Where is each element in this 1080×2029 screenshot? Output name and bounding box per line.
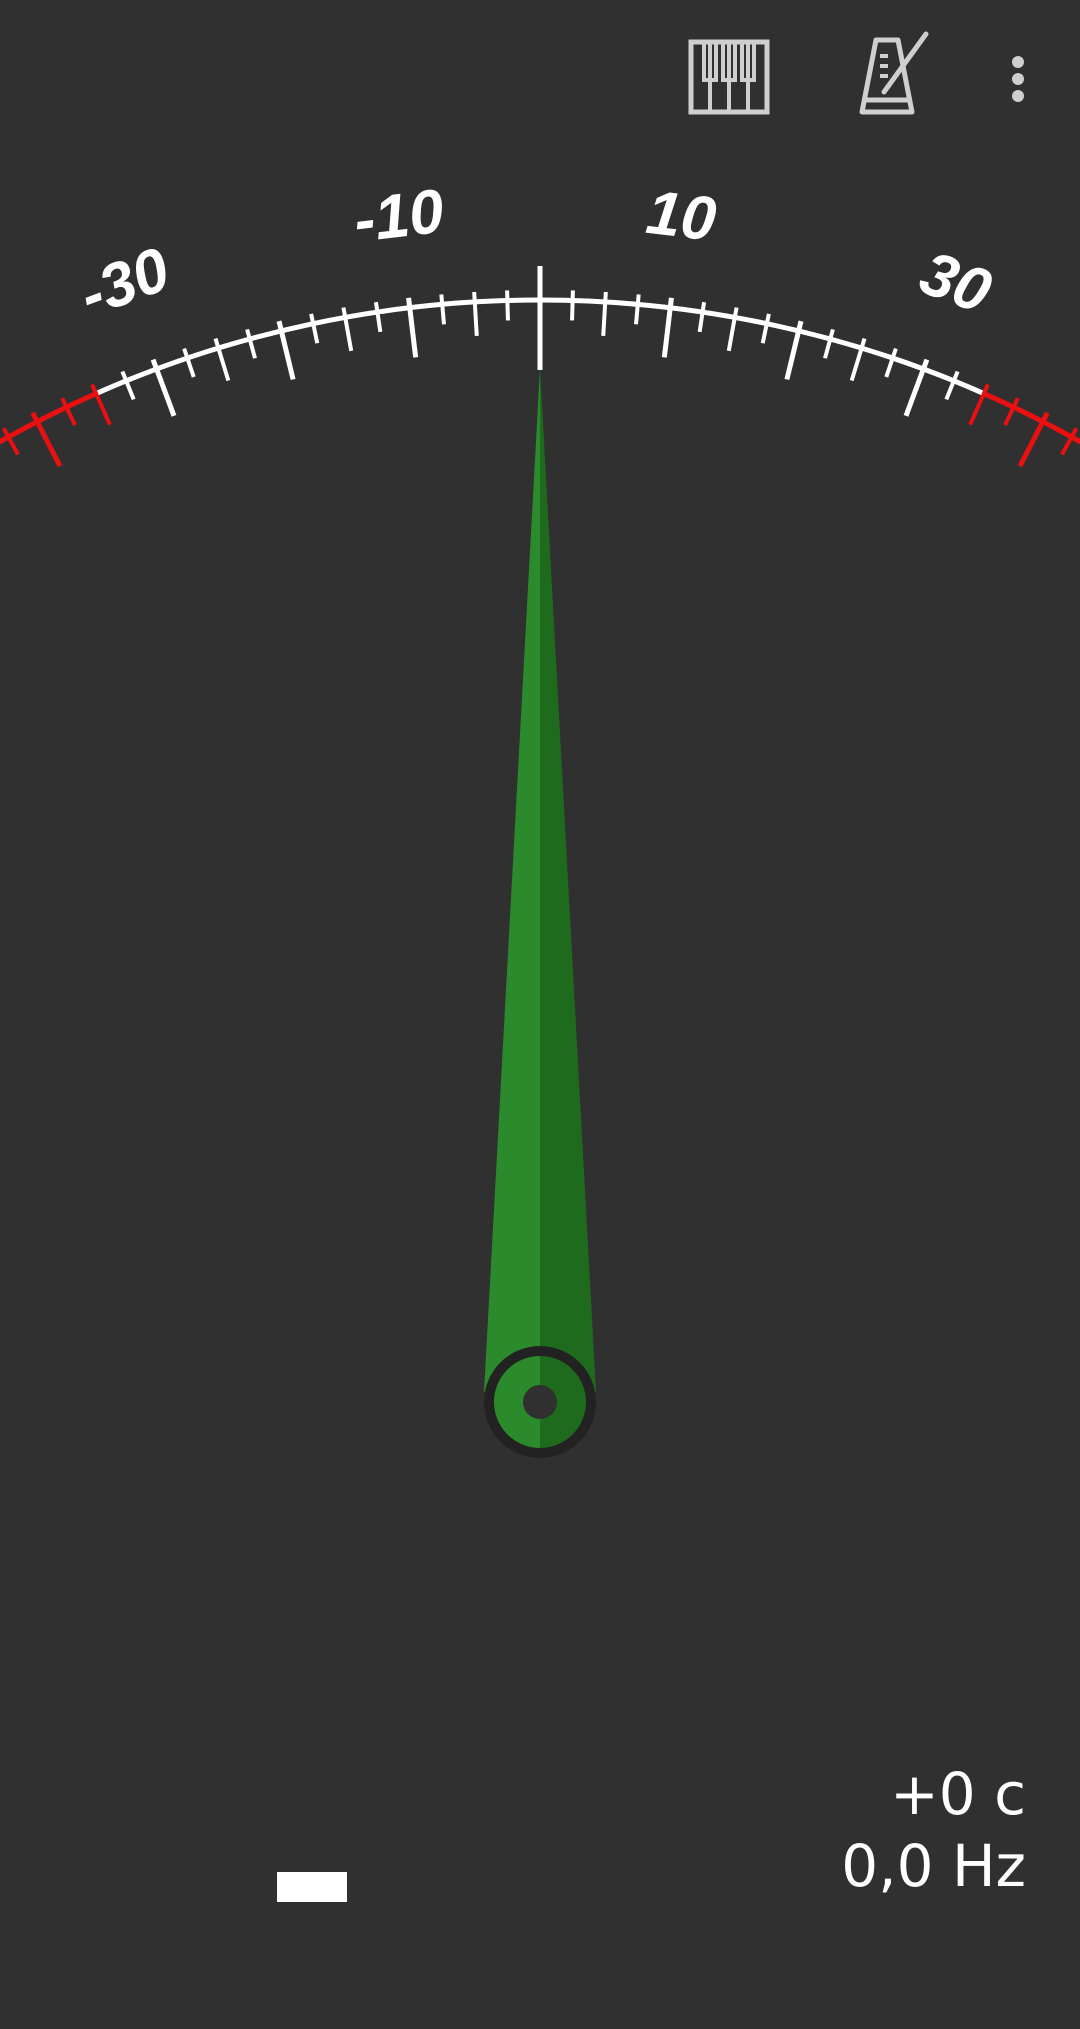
gauge-tick xyxy=(823,328,835,359)
gauge-tick xyxy=(245,328,257,359)
gauge-tick xyxy=(472,291,479,336)
gauge-tick xyxy=(570,290,575,321)
tuner-screen: -50-30-10103050 +0 c 0,0 Hz xyxy=(0,0,1080,2029)
tuning-needle xyxy=(484,368,596,1458)
gauge-tick xyxy=(182,347,196,378)
note-indicator xyxy=(277,1872,347,1902)
gauge-label: -30 xyxy=(70,235,178,331)
gauge-tick xyxy=(697,301,707,333)
gauge-tick xyxy=(505,290,510,321)
gauge-tick xyxy=(944,370,960,401)
frequency-readout: 0,0 Hz xyxy=(841,1832,1026,1900)
gauge-tick xyxy=(601,291,608,336)
gauge-tick xyxy=(1017,411,1050,468)
gauge-tick xyxy=(884,347,898,378)
tuning-readout: +0 c 0,0 Hz xyxy=(841,1758,1026,1902)
gauge-tick xyxy=(373,301,383,333)
gauge-tick xyxy=(439,294,446,325)
needle-hub-center xyxy=(523,1385,557,1419)
tuning-gauge: -50-30-10103050 xyxy=(0,177,1080,1458)
gauge-tick xyxy=(760,313,771,344)
needle-right xyxy=(540,368,596,1392)
gauge-label: 10 xyxy=(643,178,720,255)
needle-body xyxy=(484,368,596,1458)
gauge-label: 30 xyxy=(911,238,1000,327)
gauge-tick xyxy=(120,370,136,401)
gauge-tick xyxy=(30,411,63,468)
gauge-tick xyxy=(634,294,641,325)
gauge-tick xyxy=(309,313,320,344)
needle-left xyxy=(484,368,540,1392)
cents-readout: +0 c xyxy=(890,1760,1026,1828)
gauge-label: -10 xyxy=(350,177,447,256)
